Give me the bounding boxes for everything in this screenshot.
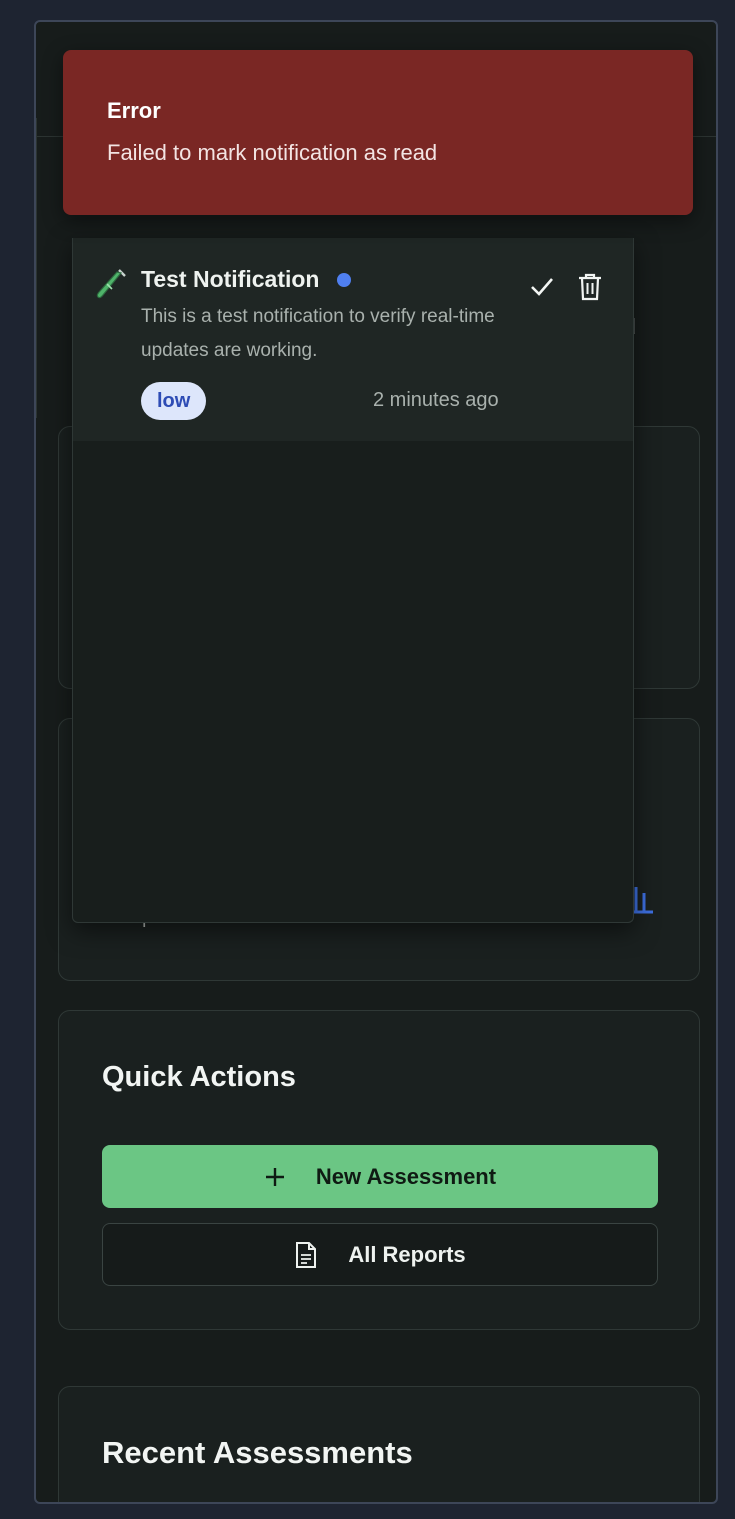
all-reports-button[interactable]: All Reports — [102, 1223, 658, 1286]
quick-actions-title: Quick Actions — [102, 1061, 296, 1093]
all-reports-label: All Reports — [348, 1241, 466, 1267]
plus-icon — [264, 1166, 286, 1188]
welcome-panel-edge — [36, 118, 58, 418]
toast-title: Error — [107, 98, 161, 123]
error-toast[interactable]: Error Failed to mark notification as rea… — [63, 50, 693, 215]
toast-message: Failed to mark notification as read — [107, 140, 438, 165]
app-frame: and Completed Quick Actions — [34, 20, 718, 1504]
notification-item[interactable]: Test Notification This is a test notific… — [73, 238, 633, 441]
delete-notification-button[interactable] — [577, 272, 603, 302]
trash-icon — [579, 273, 601, 301]
quick-actions-card: Quick Actions New Assessment All Reports — [58, 1010, 700, 1330]
check-icon — [531, 278, 553, 296]
test-tube-icon — [95, 268, 127, 307]
mark-as-read-button[interactable] — [529, 274, 555, 298]
new-assessment-button[interactable]: New Assessment — [102, 1145, 658, 1208]
priority-badge: low — [141, 382, 207, 420]
document-icon — [294, 1241, 318, 1269]
notification-message: This is a test notification to verify re… — [141, 306, 495, 361]
recent-assessments-title: Recent Assessments — [102, 1435, 413, 1470]
notification-time: 2 minutes ago — [373, 389, 499, 411]
new-assessment-label: New Assessment — [315, 1163, 497, 1189]
notifications-dropdown: Test Notification This is a test notific… — [72, 238, 634, 923]
unread-indicator — [337, 273, 351, 287]
notification-title: Test Notification — [141, 266, 320, 292]
recent-assessments-card: Recent Assessments — [58, 1386, 700, 1502]
